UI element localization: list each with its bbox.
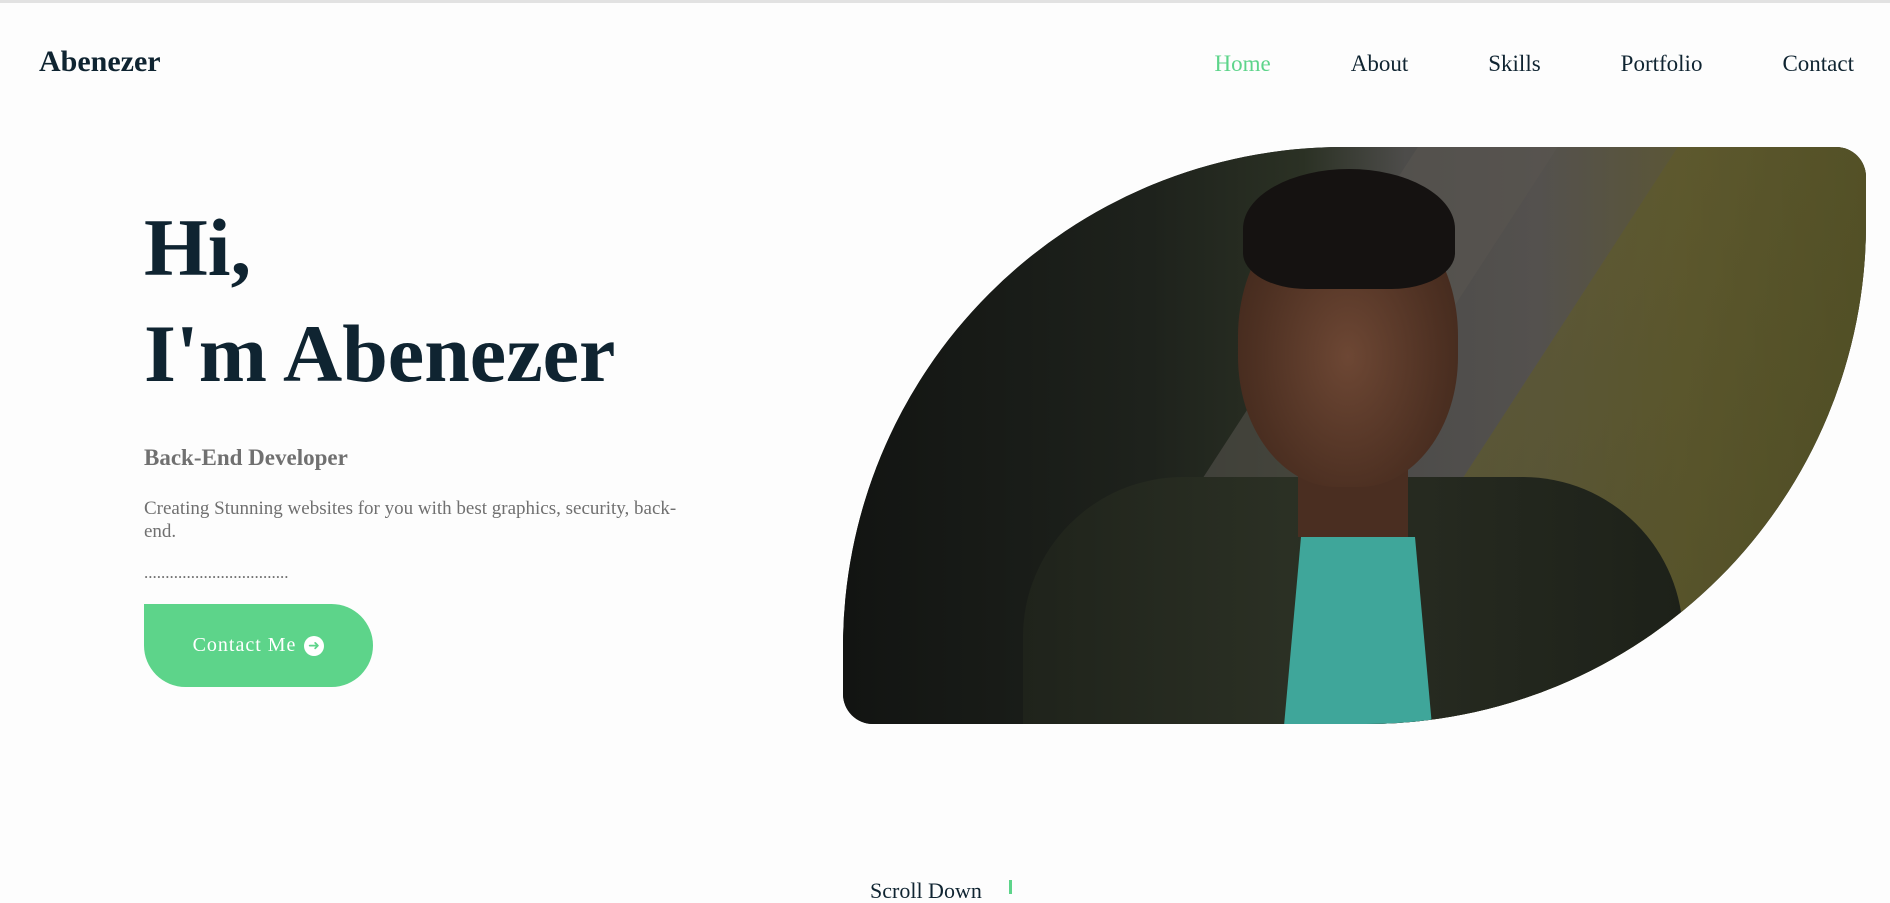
- hero-greeting-line2: I'm Abenezer: [144, 308, 616, 399]
- hero-dots-divider: ..................................: [144, 563, 289, 582]
- nav-home-link[interactable]: Home: [1215, 51, 1271, 77]
- nav-portfolio-link[interactable]: Portfolio: [1621, 51, 1703, 77]
- main-nav: Home About Skills Portfolio Contact: [1135, 51, 1854, 77]
- hero-portrait-image: [843, 147, 1866, 724]
- hero-title: Hi, I'm Abenezer: [144, 195, 704, 407]
- scroll-indicator-icon: [1009, 880, 1012, 894]
- nav-about-link[interactable]: About: [1351, 51, 1409, 77]
- nav-skills-link[interactable]: Skills: [1488, 51, 1540, 77]
- hero-role: Back-End Developer: [144, 445, 348, 470]
- hero-greeting-line1: Hi,: [144, 202, 252, 293]
- contact-me-button[interactable]: Contact Me ➜: [144, 604, 373, 687]
- nav-contact-link[interactable]: Contact: [1782, 51, 1854, 77]
- arrow-right-circle-icon: ➜: [304, 635, 325, 656]
- contact-me-label: Contact Me: [192, 634, 297, 656]
- scroll-down-label[interactable]: Scroll Down: [870, 880, 982, 902]
- site-logo[interactable]: Abenezer: [39, 45, 161, 79]
- site-header: Abenezer Home About Skills Portfolio Con…: [0, 3, 1890, 123]
- hero-description: Creating Stunning websites for you with …: [144, 498, 677, 542]
- hero-text: Hi, I'm Abenezer Back-End Developer Crea…: [144, 195, 704, 583]
